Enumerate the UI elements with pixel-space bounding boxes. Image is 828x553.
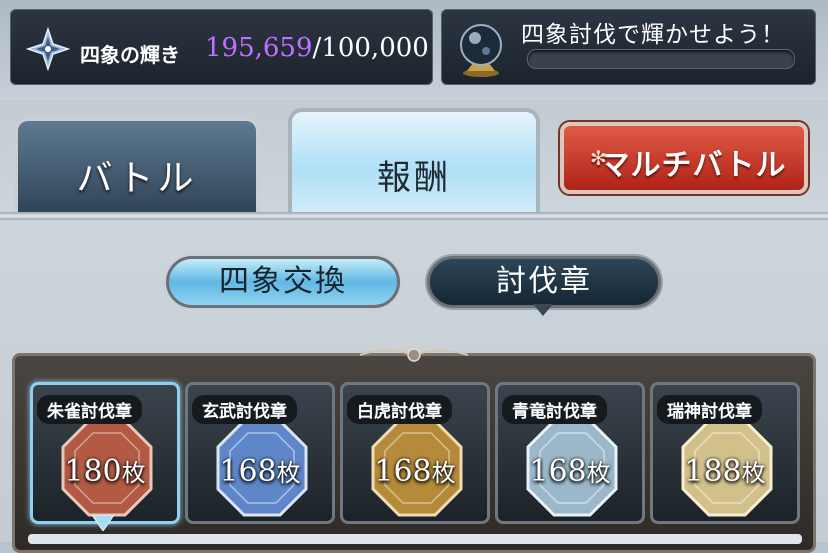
badge-label: 朱雀討伐章 xyxy=(37,395,142,424)
tab-battle[interactable]: バトル xyxy=(14,117,260,215)
badge-label: 白虎討伐章 xyxy=(347,395,452,424)
resource-label: 四象の輝き xyxy=(80,43,180,67)
badge-count-value: 168 xyxy=(529,454,587,489)
badge-count-unit: 枚 xyxy=(741,459,766,487)
tab-strip: バトル 報酬 ✻ マルチバトル xyxy=(0,100,828,220)
badge-count-value: 180 xyxy=(64,454,122,489)
resource-separator: / xyxy=(312,33,322,63)
badge-label: 玄武討伐章 xyxy=(192,395,297,424)
resource-current: 195,659 xyxy=(205,33,313,63)
badge-seiryu[interactable]: 青竜討伐章 168枚 xyxy=(495,382,645,524)
badge-suzaku[interactable]: 朱雀討伐章 180枚 xyxy=(30,382,180,524)
badge-label: 瑞神討伐章 xyxy=(657,395,762,424)
badge-count: 180枚 xyxy=(33,453,177,489)
badge-count-unit: 枚 xyxy=(276,459,301,487)
crystal-orb-icon xyxy=(460,24,502,77)
badge-zuijin[interactable]: 瑞神討伐章 188枚 xyxy=(650,382,800,524)
tab-battle-label: バトル xyxy=(76,158,198,199)
bottom-strip xyxy=(28,534,802,544)
badge-count-unit: 枚 xyxy=(431,459,456,487)
star-crystal-icon xyxy=(26,27,70,71)
badge-count: 188枚 xyxy=(653,453,797,489)
active-subtab-indicator xyxy=(533,304,553,316)
subtab-exchange-button[interactable]: 四象交換 xyxy=(166,256,400,308)
badge-byakko[interactable]: 白虎討伐章 168枚 xyxy=(340,382,490,524)
badge-count-value: 188 xyxy=(684,454,742,489)
snowflake-icon: ✻ xyxy=(590,146,608,170)
badge-count: 168枚 xyxy=(343,453,487,489)
ornament-icon xyxy=(360,348,468,362)
tab-divider xyxy=(0,212,828,220)
badge-count-unit: 枚 xyxy=(121,459,146,487)
quest-progress-bar xyxy=(527,49,795,69)
badge-count-value: 168 xyxy=(219,454,277,489)
tab-reward-label: 報酬 xyxy=(377,158,451,198)
badge-count: 168枚 xyxy=(498,453,642,489)
subtab-badge-button[interactable]: 討伐章 xyxy=(427,256,661,308)
quest-panel[interactable]: 四象討伐で輝かせよう！ xyxy=(441,9,816,85)
quest-text: 四象討伐で輝かせよう！ xyxy=(521,22,785,48)
resource-value: 195,659/100,000 xyxy=(205,33,429,63)
tab-multi-battle[interactable]: ✻ マルチバトル xyxy=(560,122,808,194)
badge-count-unit: 枚 xyxy=(586,459,611,487)
tab-reward[interactable]: 報酬 xyxy=(288,108,540,216)
top-bar: 四象の輝き 195,659/100,000 四象討伐で輝かせよう！ xyxy=(0,0,828,100)
badge-count: 168枚 xyxy=(188,453,332,489)
badge-genbu[interactable]: 玄武討伐章 168枚 xyxy=(185,382,335,524)
diamond-pointer-icon xyxy=(92,515,114,531)
resource-panel: 四象の輝き 195,659/100,000 xyxy=(10,9,433,85)
badge-label: 青竜討伐章 xyxy=(502,395,607,424)
resource-max: 100,000 xyxy=(321,33,429,63)
badge-count-value: 168 xyxy=(374,454,432,489)
